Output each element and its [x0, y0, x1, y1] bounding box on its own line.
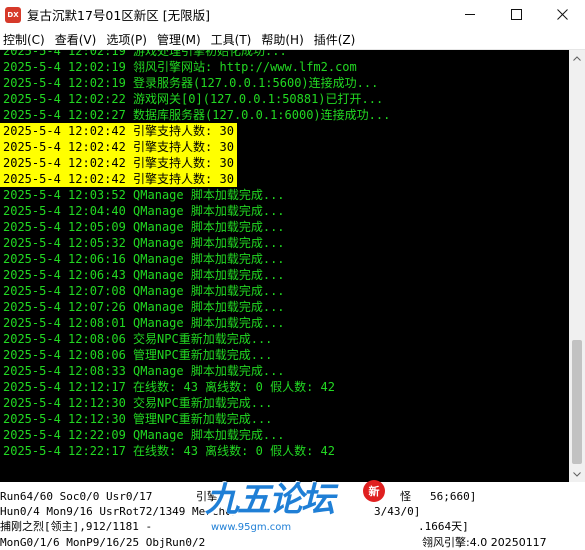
- log-line: 2025-5-4 12:04:40 QManage 脚本加载完成...: [3, 204, 285, 218]
- log-line: 2025-5-4 12:02:27 数据库服务器(127.0.0.1:6000)…: [3, 108, 391, 122]
- status-monster-label: 怪: [400, 490, 411, 503]
- log-line: 2025-5-4 12:02:22 游戏网关[0](127.0.0.1:5088…: [3, 92, 384, 106]
- log-line: 2025-5-4 12:03:52 QManage 脚本加载完成...: [3, 188, 285, 202]
- window-controls: [447, 0, 585, 29]
- log-line: 2025-5-4 12:08:06 管理NPC重新加载完成...: [3, 348, 273, 362]
- scroll-up-button[interactable]: [569, 50, 585, 66]
- log-line: 2025-5-4 12:07:26 QManage 脚本加载完成...: [3, 300, 285, 314]
- status-hun-stats: Hun0/4 Mon9/16 UsrRot72/1349 Merch0/: [0, 505, 239, 518]
- status-mon-stats: MonG0/1/6 MonP9/16/25 ObjRun0/2: [0, 536, 206, 549]
- scroll-thumb[interactable]: [572, 340, 582, 464]
- maximize-icon: [510, 9, 522, 20]
- status-online-counts: 3/43/0]: [374, 505, 421, 518]
- status-engine-version: 翎风引擎:4.0 20250117: [422, 536, 547, 549]
- watermark-logo-text: 九五论坛: [205, 480, 335, 520]
- log-line: 2025-5-4 12:08:06 交易NPC重新加载完成...: [3, 332, 273, 346]
- log-line: 2025-5-4 12:06:16 QManage 脚本加载完成...: [3, 252, 285, 266]
- watermark-url: www.95gm.com: [211, 522, 292, 533]
- minimize-icon: [464, 14, 475, 15]
- menu-bar: 控制(C) 查看(V) 选项(P) 管理(M) 工具(T) 帮助(H) 插件(Z…: [0, 29, 585, 50]
- log-line: 2025-5-4 12:05:32 QManage 脚本加载完成...: [3, 236, 285, 250]
- chevron-up-icon: [573, 55, 581, 61]
- log-line: 2025-5-4 12:22:17 在线数: 43 离线数: 0 假人数: 42: [3, 444, 335, 458]
- menu-help[interactable]: 帮助(H): [258, 31, 310, 48]
- forum-watermark: 九五论坛 新 www.95gm.com: [205, 480, 385, 546]
- menu-control[interactable]: 控制(C): [0, 31, 52, 48]
- log-line-highlighted: 2025-5-4 12:02:42 引擎支持人数: 30: [0, 171, 237, 187]
- menu-options[interactable]: 选项(P): [103, 31, 154, 48]
- log-line: 2025-5-4 12:12:30 交易NPC重新加载完成...: [3, 396, 273, 410]
- log-scrollbar[interactable]: [569, 50, 585, 482]
- log-console[interactable]: 2025-5-4 12:02:19 游戏处理引擎初始化成功... 2025-5-4…: [0, 50, 569, 482]
- log-line: 2025-5-4 12:07:08 QManage 脚本加载完成...: [3, 284, 285, 298]
- log-line: 2025-5-4 12:22:09 QManage 脚本加载完成...: [3, 428, 285, 442]
- menu-plugins[interactable]: 插件(Z): [311, 31, 363, 48]
- maximize-button[interactable]: [493, 0, 539, 29]
- status-character-info: 捕刚之烈[领主],912/1181 -: [0, 520, 153, 533]
- status-days: .1664天]: [418, 520, 469, 533]
- log-line: 2025-5-4 12:02:19 翎风引擎网站: http://www.lfm…: [3, 60, 357, 74]
- menu-view[interactable]: 查看(V): [52, 31, 104, 48]
- watermark-badge: 新: [363, 480, 385, 502]
- title-bar: DX 复古沉默17号01区新区 [无限版]: [0, 0, 585, 29]
- scroll-down-button[interactable]: [569, 466, 585, 482]
- log-line: 2025-5-4 12:08:33 QManage 脚本加载完成...: [3, 364, 285, 378]
- status-run-stats: Run64/60 Soc0/0 Usr0/17: [0, 490, 153, 503]
- log-line-highlighted: 2025-5-4 12:02:42 引擎支持人数: 30: [0, 139, 237, 155]
- close-button[interactable]: [539, 0, 585, 29]
- close-icon: [556, 9, 568, 20]
- app-icon: DX: [5, 6, 21, 23]
- log-line-highlighted: 2025-5-4 12:02:42 引擎支持人数: 30: [0, 123, 237, 139]
- status-map-coords: 56;660]: [430, 490, 477, 503]
- menu-manage[interactable]: 管理(M): [154, 31, 208, 48]
- log-line: 2025-5-4 12:08:01 QManage 脚本加载完成...: [3, 316, 285, 330]
- chevron-down-icon: [573, 471, 581, 477]
- log-line: 2025-5-4 12:12:17 在线数: 43 离线数: 0 假人数: 42: [3, 380, 335, 394]
- window-title: 复古沉默17号01区新区 [无限版]: [27, 8, 211, 23]
- log-line: 2025-5-4 12:02:19 登录服务器(127.0.0.1:5600)连…: [3, 76, 379, 90]
- log-line: 2025-5-4 12:12:30 管理NPC重新加载完成...: [3, 412, 273, 426]
- log-line: 2025-5-4 12:02:19 游戏处理引擎初始化成功...: [3, 50, 287, 58]
- minimize-button[interactable]: [447, 0, 493, 29]
- menu-tools[interactable]: 工具(T): [208, 31, 259, 48]
- log-line: 2025-5-4 12:06:43 QManage 脚本加载完成...: [3, 268, 285, 282]
- log-line-highlighted: 2025-5-4 12:02:42 引擎支持人数: 30: [0, 155, 237, 171]
- log-line: 2025-5-4 12:05:09 QManage 脚本加载完成...: [3, 220, 285, 234]
